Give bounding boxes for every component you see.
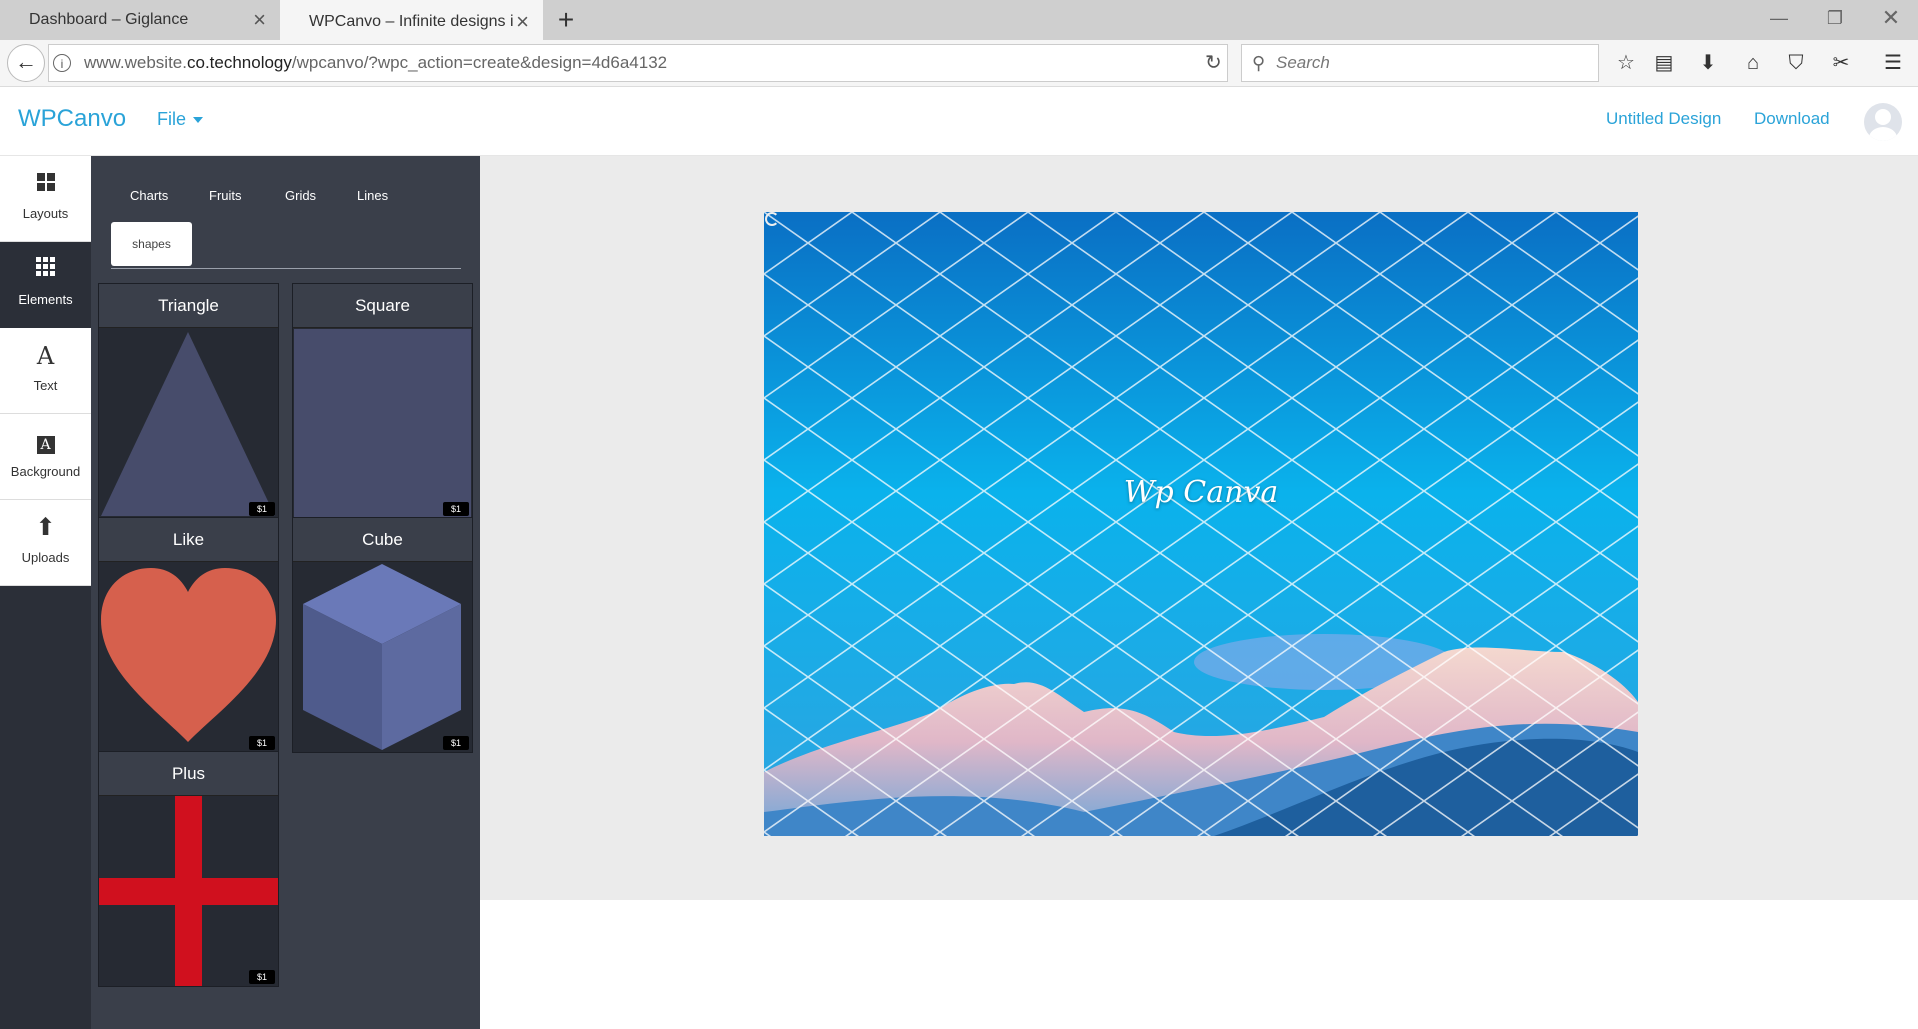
caret-down-icon: [193, 117, 204, 124]
file-menu-label: File: [157, 109, 187, 129]
app-header: WPCanvo File Untitled Design Download: [0, 87, 1918, 156]
heart-shape-icon: $1: [99, 562, 278, 752]
nav-label: Elements: [18, 292, 73, 307]
file-menu[interactable]: File: [157, 109, 204, 130]
shape-card-like[interactable]: Like $1: [98, 517, 279, 753]
text-icon: A: [36, 342, 55, 370]
plus-shape-icon: $1: [99, 796, 278, 986]
menu-icon[interactable]: ☰: [1877, 44, 1909, 82]
tab-title: WPCanvo – Infinite designs in m: [309, 13, 514, 30]
background-icon: A: [0, 428, 91, 456]
price-badge: $1: [248, 970, 275, 984]
price-badge: $1: [248, 736, 275, 750]
search-placeholder: Search: [1276, 53, 1330, 72]
pocket-icon[interactable]: ⛉: [1780, 44, 1812, 82]
extension-icon[interactable]: ✂: [1825, 44, 1857, 82]
browser-tab-wpcanvo[interactable]: WPCanvo – Infinite designs in m ×: [280, 0, 543, 40]
tab-lines[interactable]: Lines: [357, 188, 388, 203]
browser-nav-bar: ← i www.website.co.technology/wpcanvo/?w…: [0, 40, 1918, 87]
tab-shapes[interactable]: shapes: [111, 222, 192, 266]
close-window-icon[interactable]: ✕: [1866, 0, 1916, 40]
layouts-icon: [0, 170, 91, 198]
new-tab-button[interactable]: +: [553, 0, 579, 40]
reading-list-icon[interactable]: ▤: [1648, 44, 1680, 82]
nav-label: Layouts: [22, 206, 69, 221]
shape-card-triangle[interactable]: Triangle $1: [98, 283, 279, 519]
card-title: Like: [99, 518, 278, 562]
tab-charts[interactable]: Charts: [130, 188, 168, 203]
download-icon[interactable]: ⬇: [1692, 44, 1724, 82]
elements-icon: [0, 256, 91, 284]
triangle-shape-icon: $1: [99, 328, 278, 518]
card-title: Cube: [293, 518, 472, 562]
search-icon: ⚲: [1252, 53, 1266, 73]
nav-item-layouts[interactable]: Layouts: [0, 156, 91, 242]
square-shape-icon: $1: [293, 328, 472, 518]
restore-icon[interactable]: ❐: [1810, 0, 1860, 40]
close-tab-icon[interactable]: ×: [516, 2, 529, 40]
price-badge: $1: [442, 736, 469, 750]
card-title: Triangle: [99, 284, 278, 328]
url-prefix: www.website.: [84, 53, 187, 72]
info-icon[interactable]: i: [53, 54, 71, 72]
card-title: Plus: [99, 752, 278, 796]
back-arrow-icon[interactable]: ←: [7, 44, 45, 82]
nav-item-background[interactable]: A Background: [0, 414, 91, 500]
workspace-footer: [480, 900, 1918, 1029]
shape-card-cube[interactable]: Cube $1: [292, 517, 473, 753]
download-link[interactable]: Download: [1754, 109, 1830, 129]
nav-label: Uploads: [21, 550, 70, 565]
bookmark-star-icon[interactable]: ☆: [1610, 44, 1642, 82]
close-tab-icon[interactable]: ×: [253, 0, 266, 40]
brand-logo[interactable]: WPCanvo: [18, 105, 126, 133]
minimize-icon[interactable]: —: [1754, 0, 1804, 40]
search-input[interactable]: ⚲ Search: [1241, 44, 1599, 82]
tab-fruits[interactable]: Fruits: [209, 188, 242, 203]
url-text: www.website.co.technology/wpcanvo/?wpc_a…: [84, 45, 667, 81]
nav-item-elements[interactable]: Elements: [0, 242, 91, 328]
card-title: Square: [293, 284, 472, 328]
url-domain: co.technology: [186, 53, 292, 72]
upload-icon: ⬆: [35, 514, 56, 541]
price-badge: $1: [248, 502, 275, 516]
home-icon[interactable]: ⌂: [1737, 44, 1769, 82]
tab-divider: [111, 268, 461, 269]
tab-title: Dashboard – Giglance: [29, 11, 189, 28]
nav-label: Text: [33, 378, 58, 393]
url-path: /wpcanvo/?wpc_action=create&design=4d6a4…: [291, 53, 668, 72]
browser-tab-bar: Dashboard – Giglance × WPCanvo – Infinit…: [0, 0, 1918, 40]
elements-panel: Charts Fruits Grids Lines shapes Triangl…: [91, 156, 480, 1029]
cube-shape-icon: $1: [293, 562, 472, 752]
avatar[interactable]: [1864, 103, 1902, 141]
address-bar[interactable]: i www.website.co.technology/wpcanvo/?wpc…: [48, 44, 1228, 82]
browser-tab-dashboard[interactable]: Dashboard – Giglance ×: [0, 0, 280, 40]
shape-card-square[interactable]: Square $1: [292, 283, 473, 519]
canvas-text-element[interactable]: Wp Canva: [764, 475, 1638, 510]
nav-item-uploads[interactable]: ⬆ Uploads: [0, 500, 91, 586]
shape-card-plus[interactable]: Plus $1: [98, 751, 279, 987]
tab-grids[interactable]: Grids: [285, 188, 316, 203]
side-nav: Layouts Elements A Text A Background ⬆ U…: [0, 156, 91, 1029]
rotate-handle-icon[interactable]: [765, 212, 779, 226]
price-badge: $1: [442, 502, 469, 516]
design-name-link[interactable]: Untitled Design: [1606, 109, 1721, 129]
design-canvas[interactable]: Wp Canva: [764, 212, 1638, 836]
nav-label: Background: [10, 464, 81, 479]
nav-item-text[interactable]: A Text: [0, 328, 91, 414]
canvas-background-image: [764, 212, 1638, 836]
reload-icon[interactable]: ↻: [1205, 44, 1225, 82]
